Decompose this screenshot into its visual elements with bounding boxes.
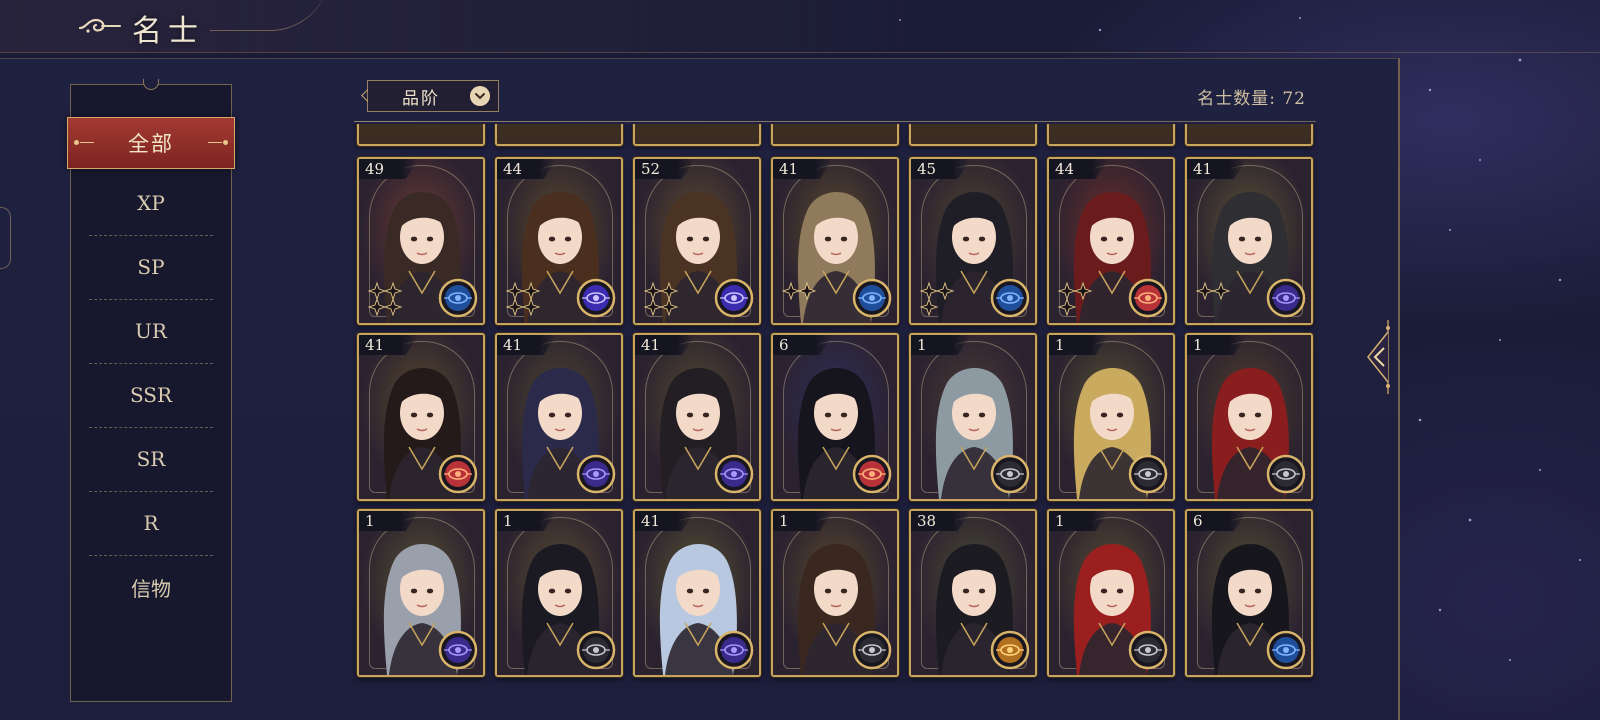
gray-element-icon [990,454,1030,494]
character-card[interactable]: 41 [495,333,623,501]
category-label: SR [136,447,166,471]
character-card[interactable]: 41 [633,509,761,677]
cloud-swirl-icon [78,18,121,33]
character-card[interactable]: 1 [495,509,623,677]
character-card[interactable]: 44 [495,157,623,325]
category-label: XP [137,191,165,215]
page-header: 名士 [0,0,1600,53]
character-card-partial[interactable] [495,124,623,146]
category-sr[interactable]: SR [89,427,213,492]
character-card-partial[interactable] [1047,124,1175,146]
blue-element-icon [990,278,1030,318]
chevron-down-icon [470,86,490,106]
purple-orb-element-icon [576,278,616,318]
red-element-icon [1128,278,1168,318]
category-label: 全部 [128,132,174,156]
category-sidebar: 全部 XP SP UR SSR SR R 信物 [67,79,235,702]
character-card[interactable]: 38 [909,509,1037,677]
character-card[interactable]: 1 [1047,509,1175,677]
character-card[interactable]: 1 [1185,333,1313,501]
character-card[interactable]: 41 [771,157,899,325]
ornament-right [208,140,228,145]
gray-element-icon [852,630,892,670]
purple-element-icon [714,454,754,494]
gray-element-icon [576,630,616,670]
star-rank-icon [643,281,679,317]
star-rank-icon [1195,281,1231,301]
blue-element-icon [438,278,478,318]
gray-element-icon [1266,454,1306,494]
purple-orb-element-icon [714,278,754,318]
character-card[interactable]: 45 [909,157,1037,325]
character-card-partial[interactable] [909,124,1037,146]
page-title: 名士 [132,14,204,49]
category-token[interactable]: 信物 [89,555,213,619]
blue-element-icon [852,278,892,318]
ornament-left [74,140,94,145]
category-label: R [143,511,159,535]
category-label: SP [137,255,165,279]
grade-filter-dropdown[interactable]: 品阶 [367,80,499,112]
star-rank-icon [781,281,817,301]
character-card-partial[interactable] [357,124,485,146]
category-all[interactable]: 全部 [67,117,235,169]
star-rank-icon [919,281,955,317]
character-card[interactable]: 52 [633,157,761,325]
gray-element-icon [1128,630,1168,670]
character-card[interactable]: 6 [771,333,899,501]
star-rank-icon [1057,281,1093,317]
star-rank-icon [505,281,541,317]
collapse-arrow-icon[interactable] [1358,318,1394,396]
character-grid[interactable]: 49 44 52 41 45 44 41 41 41 41 6 1 1 1 1 1 41 1 38 1 6 [352,124,1322,684]
category-ssr[interactable]: SSR [89,363,213,428]
left-edge-tab[interactable] [0,207,11,269]
gray-element-icon [1128,454,1168,494]
purple-element-icon [438,630,478,670]
character-card[interactable]: 41 [1185,157,1313,325]
game-screen: 名士 全部 XP SP UR SSR SR R 信物 品阶 名士数量: 72 4… [0,0,1600,720]
red-element-icon [852,454,892,494]
blue-element-icon [1266,630,1306,670]
sidebar-ornament [143,79,159,90]
purple-element-icon [714,630,754,670]
character-card[interactable]: 1 [909,333,1037,501]
character-card[interactable]: 49 [357,157,485,325]
character-card[interactable]: 1 [771,509,899,677]
character-card[interactable]: 1 [1047,333,1175,501]
header-ornament [210,0,330,31]
character-card[interactable]: 1 [357,509,485,677]
character-card[interactable]: 41 [357,333,485,501]
category-label: UR [135,319,167,343]
purple-element-icon [576,454,616,494]
red-element-icon [438,454,478,494]
character-card-partial[interactable] [1185,124,1313,146]
category-r[interactable]: R [89,491,213,556]
character-card[interactable]: 44 [1047,157,1175,325]
character-card-partial[interactable] [633,124,761,146]
divider [354,121,1316,122]
orange-element-icon [990,630,1030,670]
character-card-partial[interactable] [771,124,899,146]
category-sp[interactable]: SP [89,235,213,300]
character-card[interactable]: 41 [633,333,761,501]
filter-label: 品阶 [402,88,440,109]
character-card[interactable]: 6 [1185,509,1313,677]
purple-element-icon [1266,278,1306,318]
character-count: 名士数量: 72 [1197,89,1306,109]
category-ur[interactable]: UR [89,299,213,364]
category-label: SSR [129,383,173,407]
category-label: 信物 [131,576,171,601]
category-xp[interactable]: XP [89,171,213,236]
star-rank-icon [367,281,403,317]
